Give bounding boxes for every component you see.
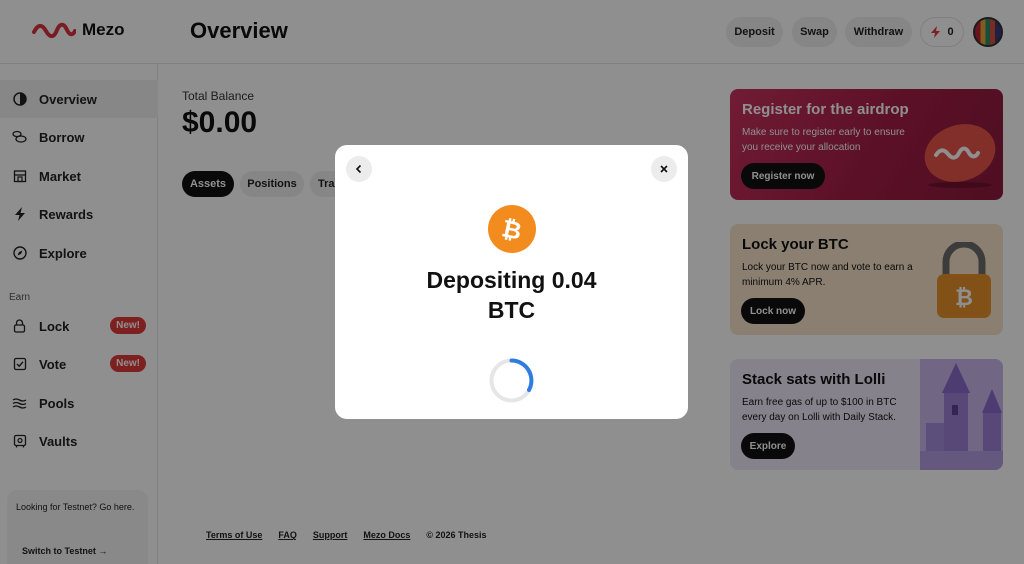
chevron-left-icon [355, 164, 362, 174]
svg-text:₿: ₿ [499, 214, 524, 244]
bitcoin-icon: ₿ [488, 205, 536, 253]
close-button[interactable] [651, 156, 677, 182]
modal-title-line2: BTC [487, 297, 536, 323]
back-button[interactable] [346, 156, 372, 182]
loading-spinner-icon [489, 358, 534, 403]
close-icon [660, 165, 668, 173]
deposit-modal: ₿ Depositing 0.04 BTC [335, 145, 688, 419]
modal-title: Depositing 0.04 BTC [375, 265, 648, 325]
modal-title-line1: Depositing 0.04 [426, 267, 597, 293]
